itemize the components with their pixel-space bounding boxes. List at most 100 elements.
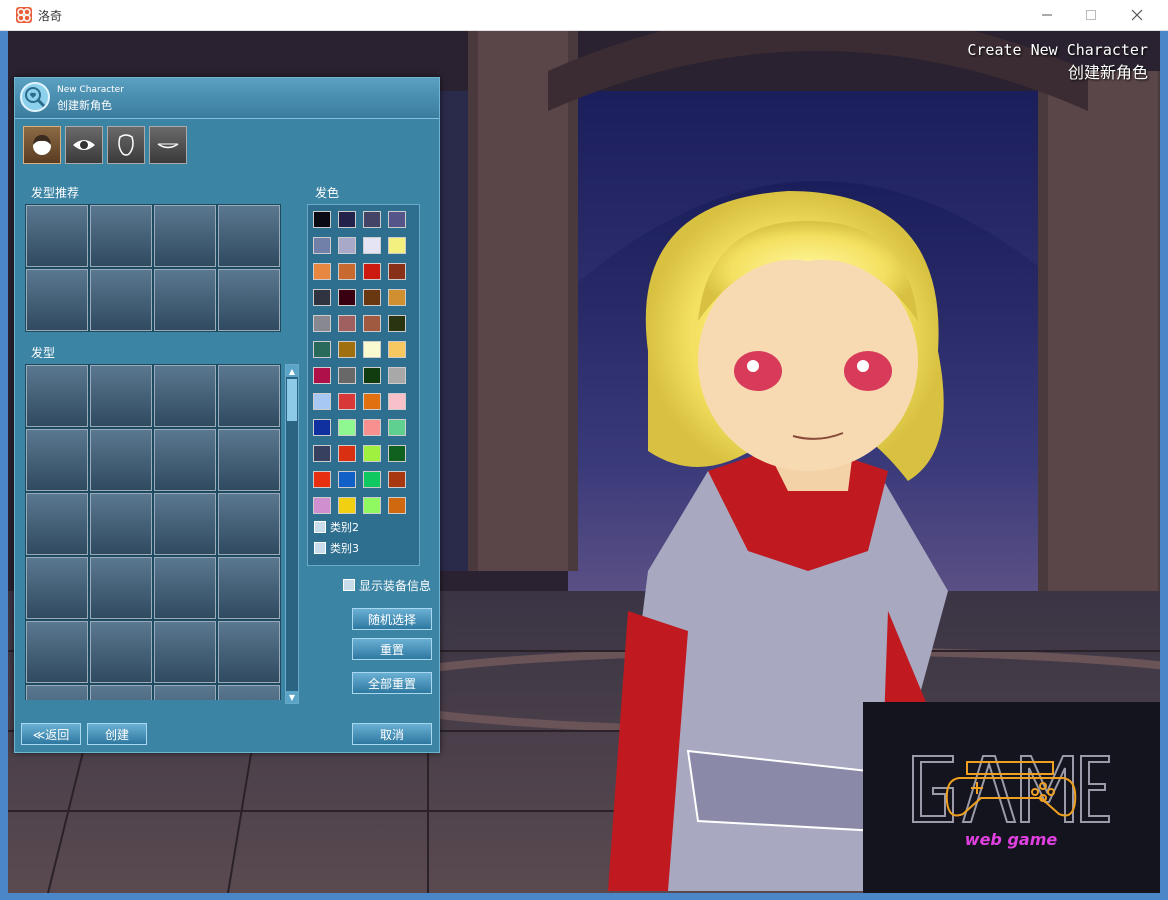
- hair-color-swatch[interactable]: [388, 315, 406, 332]
- hairstyle-thumb[interactable]: [218, 429, 280, 491]
- hair-color-swatch[interactable]: [313, 263, 331, 280]
- hairstyle-thumb[interactable]: [90, 365, 152, 427]
- scroll-thumb[interactable]: [287, 379, 297, 421]
- hairstyle-thumb[interactable]: [26, 685, 88, 700]
- hairstyle-thumb[interactable]: [154, 205, 216, 267]
- hair-color-swatch[interactable]: [388, 263, 406, 280]
- hair-color-swatch[interactable]: [338, 211, 356, 228]
- hair-color-swatch[interactable]: [363, 367, 381, 384]
- hair-color-swatch[interactable]: [363, 393, 381, 410]
- show-equipment-checkbox[interactable]: [343, 579, 355, 591]
- hair-color-swatch[interactable]: [313, 315, 331, 332]
- hairstyle-thumb[interactable]: [154, 429, 216, 491]
- hair-color-swatch[interactable]: [313, 289, 331, 306]
- hair-color-swatch[interactable]: [363, 211, 381, 228]
- hair-color-swatch[interactable]: [338, 445, 356, 462]
- hairstyle-thumb[interactable]: [218, 365, 280, 427]
- hair-color-swatch[interactable]: [388, 367, 406, 384]
- hairstyle-thumb[interactable]: [26, 365, 88, 427]
- scroll-down-arrow[interactable]: ▼: [286, 691, 298, 703]
- hairstyle-thumb[interactable]: [26, 621, 88, 683]
- hairstyle-thumb[interactable]: [154, 365, 216, 427]
- hairstyle-thumb[interactable]: [218, 493, 280, 555]
- hairstyle-thumb[interactable]: [26, 493, 88, 555]
- hair-color-swatch[interactable]: [338, 367, 356, 384]
- hair-color-swatch[interactable]: [313, 445, 331, 462]
- close-button[interactable]: [1114, 0, 1160, 30]
- hair-color-swatch[interactable]: [388, 341, 406, 358]
- hair-color-swatch[interactable]: [313, 497, 331, 514]
- maximize-button[interactable]: [1068, 0, 1114, 30]
- back-button[interactable]: ≪返回: [21, 723, 81, 745]
- hairstyle-thumb[interactable]: [154, 621, 216, 683]
- hairstyle-scrollbar[interactable]: ▲ ▼: [285, 364, 299, 704]
- hairstyle-thumb[interactable]: [218, 685, 280, 700]
- hair-color-swatch[interactable]: [388, 393, 406, 410]
- hair-color-swatch[interactable]: [313, 393, 331, 410]
- minimize-button[interactable]: [1024, 0, 1070, 30]
- hair-color-swatch[interactable]: [388, 211, 406, 228]
- category3-checkbox[interactable]: [314, 542, 326, 554]
- hair-color-swatch[interactable]: [338, 419, 356, 436]
- hairstyle-thumb[interactable]: [26, 557, 88, 619]
- hairstyle-thumb[interactable]: [218, 621, 280, 683]
- hair-color-swatch[interactable]: [338, 289, 356, 306]
- hairstyle-thumb[interactable]: [218, 269, 280, 331]
- hairstyle-thumb[interactable]: [90, 493, 152, 555]
- hair-color-swatch[interactable]: [338, 315, 356, 332]
- hairstyle-thumb[interactable]: [90, 205, 152, 267]
- hair-color-swatch[interactable]: [363, 445, 381, 462]
- hair-color-swatch[interactable]: [363, 237, 381, 254]
- hairstyle-thumb[interactable]: [26, 429, 88, 491]
- reset-button[interactable]: 重置: [352, 638, 432, 660]
- hair-color-swatch[interactable]: [313, 341, 331, 358]
- hair-color-swatch[interactable]: [363, 263, 381, 280]
- hair-color-swatch[interactable]: [338, 497, 356, 514]
- hair-color-swatch[interactable]: [363, 289, 381, 306]
- hair-color-swatch[interactable]: [363, 497, 381, 514]
- hair-color-swatch[interactable]: [338, 237, 356, 254]
- hair-color-swatch[interactable]: [388, 419, 406, 436]
- game-viewport[interactable]: Create New Character 创建新角色 New Character…: [8, 31, 1160, 893]
- hairstyle-thumb[interactable]: [90, 685, 152, 700]
- hairstyle-thumb[interactable]: [26, 269, 88, 331]
- create-button[interactable]: 创建: [87, 723, 147, 745]
- hairstyle-thumb[interactable]: [26, 205, 88, 267]
- hair-color-swatch[interactable]: [313, 367, 331, 384]
- hairstyle-thumb[interactable]: [90, 429, 152, 491]
- hair-color-swatch[interactable]: [313, 211, 331, 228]
- hair-color-swatch[interactable]: [363, 419, 381, 436]
- scroll-up-arrow[interactable]: ▲: [286, 365, 298, 377]
- hair-color-swatch[interactable]: [313, 237, 331, 254]
- hairstyle-thumb[interactable]: [154, 493, 216, 555]
- hair-color-swatch[interactable]: [338, 471, 356, 488]
- hair-color-swatch[interactable]: [313, 471, 331, 488]
- hairstyle-thumb[interactable]: [218, 557, 280, 619]
- random-select-button[interactable]: 随机选择: [352, 608, 432, 630]
- hairstyle-thumb[interactable]: [90, 269, 152, 331]
- tab-face[interactable]: [107, 126, 145, 164]
- hairstyle-thumb[interactable]: [154, 685, 216, 700]
- hair-color-swatch[interactable]: [388, 237, 406, 254]
- tab-eyes[interactable]: [65, 126, 103, 164]
- hair-color-swatch[interactable]: [388, 471, 406, 488]
- hair-color-swatch[interactable]: [388, 445, 406, 462]
- hair-color-swatch[interactable]: [388, 497, 406, 514]
- cancel-button[interactable]: 取消: [352, 723, 432, 745]
- hair-color-swatch[interactable]: [363, 315, 381, 332]
- hair-color-swatch[interactable]: [363, 341, 381, 358]
- hairstyle-thumb[interactable]: [154, 557, 216, 619]
- hairstyle-thumb[interactable]: [218, 205, 280, 267]
- reset-all-button[interactable]: 全部重置: [352, 672, 432, 694]
- hairstyle-thumb[interactable]: [90, 557, 152, 619]
- hair-color-swatch[interactable]: [338, 263, 356, 280]
- hair-color-swatch[interactable]: [388, 289, 406, 306]
- tab-hair[interactable]: [23, 126, 61, 164]
- tab-mouth[interactable]: [149, 126, 187, 164]
- category2-checkbox[interactable]: [314, 521, 326, 533]
- hair-color-swatch[interactable]: [363, 471, 381, 488]
- hair-color-swatch[interactable]: [313, 419, 331, 436]
- hairstyle-thumb[interactable]: [90, 621, 152, 683]
- hair-color-swatch[interactable]: [338, 341, 356, 358]
- hairstyle-thumb[interactable]: [154, 269, 216, 331]
